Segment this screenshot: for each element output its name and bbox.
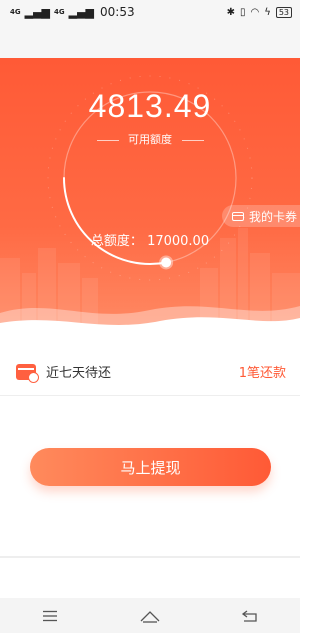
status-bar: 4G ▂▄▆ 4G ▂▄▆ 00:53 ✱ ▯ ◠ ϟ 53 <box>0 0 300 24</box>
usage-indicator-dot <box>159 255 174 270</box>
available-amount: 4813.49 <box>88 88 212 124</box>
signal-bars-icon: ▂▄▆ <box>24 5 51 19</box>
menu-icon[interactable] <box>35 603 65 629</box>
charging-icon: ϟ <box>264 6 271 18</box>
total-limit-label: 总额度： <box>90 234 143 249</box>
battery-level: 53 <box>275 6 292 18</box>
repayment-label: 近七天待还 <box>46 366 112 381</box>
home-icon[interactable] <box>135 603 165 629</box>
label-divider-left <box>96 139 119 141</box>
usage-arc <box>63 177 168 265</box>
wifi-icon: ◠ <box>250 6 260 18</box>
coupon-card-icon <box>232 211 244 221</box>
status-left: 4G ▂▄▆ 4G ▂▄▆ 00:53 <box>10 5 135 19</box>
system-nav-bar <box>0 598 300 633</box>
total-limit: 总额度： 17000.00 <box>0 230 300 249</box>
label-divider-right <box>181 139 204 141</box>
vibrate-icon: ▯ <box>239 6 246 18</box>
status-right: ✱ ▯ ◠ ϟ 53 <box>226 6 292 18</box>
my-coupons-button[interactable]: 我的卡券 <box>222 205 304 227</box>
section-divider <box>0 556 300 558</box>
signal-2-label: 4G <box>54 7 65 16</box>
available-label: 可用额度 <box>128 133 172 146</box>
signal-bars-icon-2: ▂▄▆ <box>68 5 95 19</box>
withdraw-button[interactable]: 马上提现 <box>30 448 271 486</box>
available-label-row: 可用额度 <box>0 131 300 147</box>
upcoming-repayment-row[interactable]: 近七天待还 1笔还款 <box>0 348 300 396</box>
bluetooth-icon: ✱ <box>226 6 235 18</box>
total-limit-value: 17000.00 <box>147 234 210 249</box>
repayment-count: 1笔还款 <box>238 366 286 381</box>
title-bar <box>0 24 300 58</box>
my-coupons-label: 我的卡券 <box>249 209 298 224</box>
signal-1-label: 4G <box>10 7 21 16</box>
status-time: 00:53 <box>100 5 135 19</box>
back-icon[interactable] <box>235 603 265 629</box>
repayment-card-icon <box>16 363 39 383</box>
